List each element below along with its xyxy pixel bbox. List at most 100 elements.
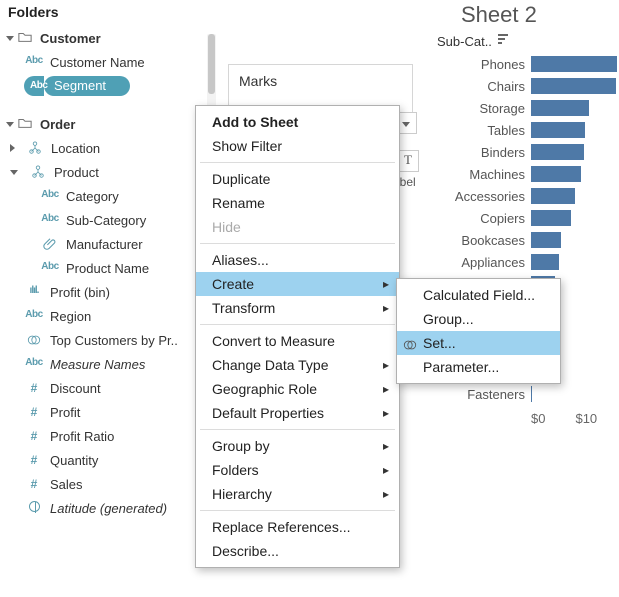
menu-geographic-role[interactable]: Geographic Role	[196, 377, 399, 401]
field-label: Sales	[50, 477, 83, 492]
abc-icon: Abc	[40, 261, 60, 275]
field-product[interactable]: Product	[0, 160, 209, 184]
bar-row[interactable]: Storage	[437, 97, 619, 119]
field-latitude-generated[interactable]: Latitude (generated)	[0, 496, 209, 520]
bar-row[interactable]: Appliances	[437, 251, 619, 273]
paperclip-icon	[40, 237, 60, 251]
folder-label: Customer	[40, 31, 101, 46]
menu-add-to-sheet[interactable]: Add to Sheet	[196, 110, 399, 134]
subcat-header[interactable]: Sub-Cat..	[437, 28, 619, 53]
bar-row[interactable]: Bookcases	[437, 229, 619, 251]
field-pill-selected: Segment	[44, 76, 130, 96]
bar-row[interactable]: Tables	[437, 119, 619, 141]
axis-tick: $0	[531, 411, 545, 426]
field-region[interactable]: Abc Region	[0, 304, 209, 328]
bar-track	[531, 385, 619, 403]
field-category[interactable]: Abc Category	[0, 184, 209, 208]
field-sales[interactable]: # Sales	[0, 472, 209, 496]
menu-transform[interactable]: Transform	[196, 296, 399, 320]
folder-icon	[18, 116, 32, 133]
menu-convert-to-measure[interactable]: Convert to Measure	[196, 329, 399, 353]
submenu-calculated-field[interactable]: Calculated Field...	[397, 283, 560, 307]
bar-track	[531, 253, 619, 271]
sheet-title: Sheet 2	[431, 0, 619, 28]
bar-fill	[531, 144, 584, 160]
field-measure-names[interactable]: Abc Measure Names	[0, 352, 209, 376]
data-pane: Folders Customer Abc Customer Name Abc S…	[0, 0, 210, 597]
folder-order[interactable]: Order	[0, 112, 209, 136]
bar-track	[531, 143, 619, 161]
field-profit-bin[interactable]: ılıl. Profit (bin)	[0, 280, 209, 304]
field-segment[interactable]: Abc Segment	[0, 74, 209, 98]
menu-group-by[interactable]: Group by	[196, 434, 399, 458]
scrollbar-thumb[interactable]	[208, 34, 215, 94]
bar-label: Fasteners	[437, 387, 531, 402]
menu-hierarchy[interactable]: Hierarchy	[196, 482, 399, 506]
menu-separator	[200, 162, 395, 163]
menu-replace-references[interactable]: Replace References...	[196, 515, 399, 539]
sort-icon[interactable]	[498, 34, 512, 49]
submenu-set[interactable]: Set...	[397, 331, 560, 355]
chevron-down-icon	[6, 36, 14, 41]
field-profit[interactable]: # Profit	[0, 400, 209, 424]
submenu-group[interactable]: Group...	[397, 307, 560, 331]
menu-separator	[200, 243, 395, 244]
field-label: Profit Ratio	[50, 429, 114, 444]
abc-icon: Abc	[24, 309, 44, 323]
field-discount[interactable]: # Discount	[0, 376, 209, 400]
bar-row[interactable]: Phones	[437, 53, 619, 75]
number-icon: #	[24, 477, 44, 491]
bar-row[interactable]: Copiers	[437, 207, 619, 229]
menu-hide: Hide	[196, 215, 399, 239]
bar-label: Accessories	[437, 189, 531, 204]
menu-describe[interactable]: Describe...	[196, 539, 399, 563]
bar-row[interactable]: Machines	[437, 163, 619, 185]
menu-separator	[200, 429, 395, 430]
bar-label: Binders	[437, 145, 531, 160]
folder-icon	[18, 30, 32, 47]
number-icon: #	[24, 405, 44, 419]
bar-row[interactable]: Binders	[437, 141, 619, 163]
bar-track	[531, 231, 619, 249]
menu-folders[interactable]: Folders	[196, 458, 399, 482]
abc-icon: Abc	[24, 55, 44, 69]
marks-label-icon-button[interactable]: T	[397, 150, 419, 172]
axis-labels: $0 $10	[531, 411, 619, 426]
field-profit-ratio[interactable]: # Profit Ratio	[0, 424, 209, 448]
bar-fill	[531, 210, 571, 226]
field-location[interactable]: Location	[0, 136, 209, 160]
set-icon	[24, 333, 44, 347]
bar-track	[531, 77, 619, 95]
menu-rename[interactable]: Rename	[196, 191, 399, 215]
menu-default-properties[interactable]: Default Properties	[196, 401, 399, 425]
bar-row[interactable]: Accessories	[437, 185, 619, 207]
menu-change-data-type[interactable]: Change Data Type	[196, 353, 399, 377]
menu-separator	[200, 510, 395, 511]
field-product-name[interactable]: Abc Product Name	[0, 256, 209, 280]
field-sub-category[interactable]: Abc Sub-Category	[0, 208, 209, 232]
menu-create[interactable]: Create	[196, 272, 399, 296]
field-label: Measure Names	[50, 357, 145, 372]
histogram-icon: ılıl.	[24, 285, 44, 299]
submenu-parameter[interactable]: Parameter...	[397, 355, 560, 379]
bar-fill	[531, 122, 585, 138]
menu-duplicate[interactable]: Duplicate	[196, 167, 399, 191]
bar-row[interactable]: Fasteners	[437, 383, 619, 405]
bar-fill	[531, 188, 575, 204]
field-customer-name[interactable]: Abc Customer Name	[0, 50, 209, 74]
field-top-customers-set[interactable]: Top Customers by Pr..	[0, 328, 209, 352]
submenu-set-label: Set...	[423, 335, 456, 351]
menu-show-filter[interactable]: Show Filter	[196, 134, 399, 158]
subcat-header-label: Sub-Cat..	[437, 34, 492, 49]
field-quantity[interactable]: # Quantity	[0, 448, 209, 472]
bar-fill	[531, 56, 617, 72]
field-manufacturer[interactable]: Manufacturer	[0, 232, 209, 256]
folder-customer[interactable]: Customer	[0, 26, 209, 50]
bar-fill	[531, 386, 532, 402]
bar-row[interactable]: Chairs	[437, 75, 619, 97]
bar-label: Chairs	[437, 79, 531, 94]
bar-fill	[531, 254, 559, 270]
bar-label: Bookcases	[437, 233, 531, 248]
menu-aliases[interactable]: Aliases...	[196, 248, 399, 272]
bar-label: Tables	[437, 123, 531, 138]
